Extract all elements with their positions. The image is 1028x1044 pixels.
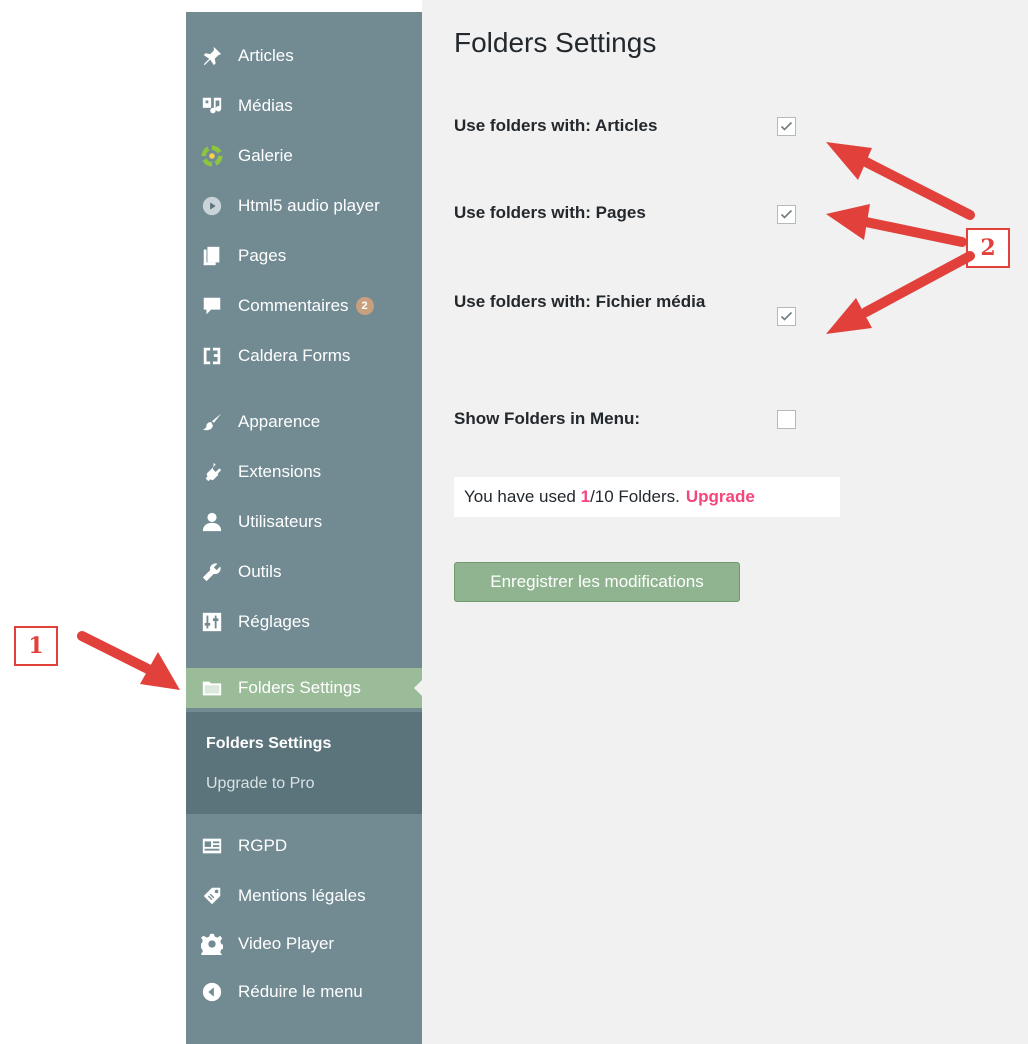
upgrade-link[interactable]: Upgrade (686, 487, 755, 507)
media-icon (200, 94, 224, 118)
sidebar-item-articles[interactable]: Articles (186, 36, 422, 76)
sidebar-item-label: Outils (238, 562, 282, 581)
folder-usage-notice: You have used 1/10 Folders. Upgrade (454, 477, 840, 517)
caldera-icon (200, 344, 224, 368)
sidebar-item-label: Réduire le menu (238, 982, 363, 1001)
admin-sidebar: Articles Médias Galerie Html5 audio play… (186, 12, 422, 1044)
sidebar-item-rgpd[interactable]: RGPD (186, 826, 422, 866)
play-circle-icon (200, 194, 224, 218)
sidebar-item-apparence[interactable]: Apparence (186, 402, 422, 442)
sidebar-item-label: Video Player (238, 934, 335, 953)
submenu-item-upgrade-to-pro[interactable]: Upgrade to Pro (206, 775, 315, 793)
checkbox-show-folders-in-menu[interactable] (777, 410, 796, 429)
folder-icon (200, 676, 224, 700)
sidebar-item-medias[interactable]: Médias (186, 86, 422, 126)
checkmark-icon (780, 121, 793, 131)
usage-suffix: /10 Folders. (590, 487, 680, 506)
page-title: Folders Settings (454, 27, 657, 58)
save-button[interactable]: Enregistrer les modifications (454, 562, 740, 602)
wrench-icon (200, 560, 224, 584)
sidebar-item-extensions[interactable]: Extensions (186, 452, 422, 492)
sidebar-item-label: Mentions légales (238, 886, 366, 905)
brush-icon (200, 410, 224, 434)
option-label-fichier-media: Use folders with: Fichier média (454, 292, 706, 311)
sidebar-item-caldera-forms[interactable]: Caldera Forms (186, 336, 422, 376)
option-label-articles: Use folders with: Articles (454, 116, 658, 135)
sidebar-item-mentions-legales[interactable]: Mentions légales (186, 876, 422, 916)
sidebar-item-outils[interactable]: Outils (186, 552, 422, 592)
checkbox-fichier-media[interactable] (777, 307, 796, 326)
sidebar-item-label: Caldera Forms (238, 346, 351, 365)
checkbox-articles[interactable] (777, 117, 796, 136)
submenu-item-folders-settings[interactable]: Folders Settings (206, 735, 331, 753)
main-content: Folders Settings Use folders with: Artic… (422, 0, 1028, 1044)
sidebar-item-label: Médias (238, 96, 293, 115)
sidebar-item-label: Articles (238, 46, 294, 65)
callout-number-1: 1 (14, 626, 58, 666)
comment-count-badge: 2 (355, 297, 374, 315)
sidebar-item-label: Réglages (238, 612, 310, 631)
tag-icon (200, 884, 224, 908)
sidebar-item-label: Extensions (238, 462, 322, 481)
usage-prefix: You have used (464, 487, 581, 506)
sidebar-item-label: Commentaires (238, 296, 349, 315)
sidebar-item-label: Apparence (238, 412, 321, 431)
callout-number-2: 2 (966, 228, 1010, 268)
sidebar-item-pages[interactable]: Pages (186, 236, 422, 276)
sidebar-item-label: Html5 audio player (238, 196, 380, 215)
pin-icon (200, 44, 224, 68)
checkmark-icon (780, 311, 793, 321)
collapse-icon (200, 980, 224, 1004)
sidebar-item-reglages[interactable]: Réglages (186, 602, 422, 642)
sidebar-item-html5-audio-player[interactable]: Html5 audio player (186, 186, 422, 226)
active-indicator (414, 680, 422, 696)
checkbox-pages[interactable] (777, 205, 796, 224)
sidebar-item-video-player[interactable]: Video Player (186, 924, 422, 964)
sidebar-item-label: RGPD (238, 836, 288, 855)
option-label-show-folders-in-menu: Show Folders in Menu: (454, 409, 641, 428)
arrow-to-folders-settings (77, 631, 180, 690)
gallery-icon (200, 144, 224, 168)
sidebar-item-label: Folders Settings (238, 678, 361, 697)
pages-icon (200, 244, 224, 268)
sidebar-item-reduire-le-menu[interactable]: Réduire le menu (186, 972, 422, 1012)
sidebar-item-label: Pages (238, 246, 287, 265)
plugin-icon (200, 460, 224, 484)
comment-icon (200, 294, 224, 318)
settings-icon (200, 610, 224, 634)
sidebar-item-label: Galerie (238, 146, 293, 165)
sidebar-item-utilisateurs[interactable]: Utilisateurs (186, 502, 422, 542)
usage-count: 1 (580, 487, 591, 506)
user-icon (200, 510, 224, 534)
gear-icon (200, 932, 224, 956)
sidebar-item-folders-settings[interactable]: Folders Settings (186, 668, 422, 708)
sidebar-item-commentaires[interactable]: Commentaires 2 (186, 286, 422, 326)
id-card-icon (200, 834, 224, 858)
folders-submenu: Folders Settings Upgrade to Pro (186, 712, 422, 814)
option-label-pages: Use folders with: Pages (454, 203, 646, 222)
sidebar-item-label: Utilisateurs (238, 512, 323, 531)
sidebar-item-galerie[interactable]: Galerie (186, 136, 422, 176)
checkmark-icon (780, 209, 793, 219)
